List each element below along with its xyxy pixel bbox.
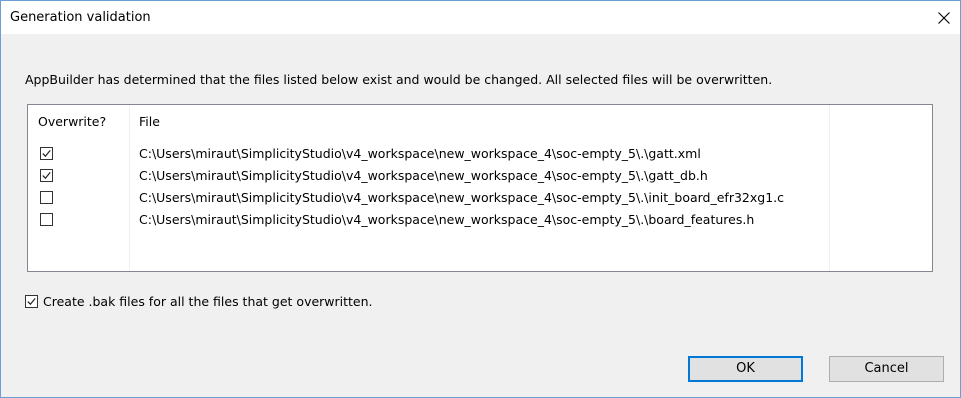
overwrite-checkbox[interactable] bbox=[40, 191, 53, 204]
file-path: C:\Users\miraut\SimplicityStudio\v4_work… bbox=[139, 212, 755, 227]
table-row[interactable]: C:\Users\miraut\SimplicityStudio\v4_work… bbox=[28, 187, 932, 209]
overwrite-checkbox[interactable] bbox=[40, 213, 53, 226]
files-list[interactable]: Overwrite? File C:\Users\miraut\Simplici… bbox=[27, 104, 933, 272]
generation-validation-dialog: Generation validation AppBuilder has det… bbox=[0, 0, 961, 398]
checkmark-icon bbox=[27, 298, 36, 306]
cancel-button[interactable]: Cancel bbox=[829, 356, 944, 382]
title-bar[interactable]: Generation validation bbox=[1, 1, 960, 34]
create-bak-label[interactable]: Create .bak files for all the files that… bbox=[43, 294, 373, 309]
column-header-file[interactable]: File bbox=[139, 114, 160, 129]
table-row[interactable]: C:\Users\miraut\SimplicityStudio\v4_work… bbox=[28, 209, 932, 231]
create-bak-checkbox[interactable] bbox=[25, 295, 38, 308]
file-path: C:\Users\miraut\SimplicityStudio\v4_work… bbox=[139, 146, 701, 161]
dialog-message: AppBuilder has determined that the files… bbox=[25, 72, 773, 87]
checkmark-icon bbox=[42, 172, 51, 180]
checkmark-icon bbox=[42, 150, 51, 158]
ok-button[interactable]: OK bbox=[688, 356, 803, 382]
file-path: C:\Users\miraut\SimplicityStudio\v4_work… bbox=[139, 168, 708, 183]
table-row[interactable]: C:\Users\miraut\SimplicityStudio\v4_work… bbox=[28, 165, 932, 187]
overwrite-checkbox[interactable] bbox=[40, 147, 53, 160]
overwrite-checkbox[interactable] bbox=[40, 169, 53, 182]
column-header-overwrite[interactable]: Overwrite? bbox=[38, 114, 106, 129]
close-button[interactable] bbox=[928, 1, 960, 34]
dialog-title: Generation validation bbox=[10, 10, 151, 25]
file-path: C:\Users\miraut\SimplicityStudio\v4_work… bbox=[139, 190, 785, 205]
table-row[interactable]: C:\Users\miraut\SimplicityStudio\v4_work… bbox=[28, 143, 932, 165]
close-icon bbox=[938, 11, 950, 24]
